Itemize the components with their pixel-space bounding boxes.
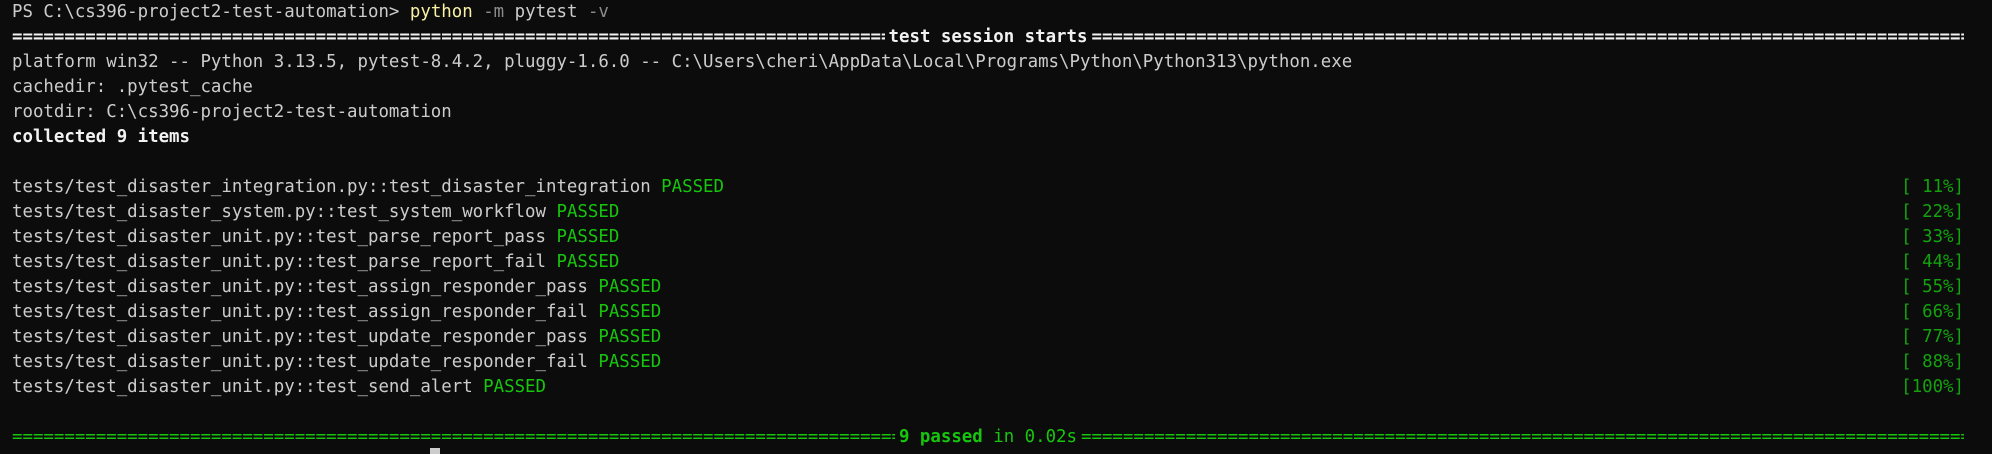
test-name: tests/test_disaster_unit.py::test_assign… [12,277,588,297]
test-progress: [ 44%] [1901,252,1964,272]
test-name: tests/test_disaster_unit.py::test_parse_… [12,252,546,272]
test-progress: [ 66%] [1901,302,1964,322]
summary-line: ========================================… [12,425,1964,450]
test-results-list: tests/test_disaster_integration.py::test… [12,175,1964,400]
scrollbar[interactable] [1976,0,1992,454]
test-status: PASSED [598,302,662,322]
session-title: test session starts [888,27,1088,47]
test-name: tests/test_disaster_unit.py::test_assign… [12,302,588,322]
test-status: PASSED [483,377,546,397]
test-status: PASSED [598,352,662,372]
test-progress: [100%] [1901,377,1964,397]
collected-line: collected 9 items [12,127,190,147]
test-row: tests/test_disaster_unit.py::test_assign… [12,275,1964,300]
test-row: tests/test_disaster_unit.py::test_assign… [12,300,1964,325]
test-row: tests/test_disaster_unit.py::test_update… [12,350,1964,375]
rootdir-line: rootdir: C:\cs396-project2-test-automati… [12,102,452,122]
test-progress: [ 55%] [1901,277,1964,297]
platform-line: platform win32 -- Python 3.13.5, pytest-… [12,52,1353,72]
command-option: -v [587,2,609,22]
test-row: tests/test_disaster_unit.py::test_update… [12,325,1964,350]
prompt-path: PS C:\cs396-project2-test-automation> [12,2,400,22]
prompt-line: PS C:\cs396-project2-test-automation> py… [12,0,1964,25]
summary-passed: 9 passed [898,427,983,447]
separator-right: ========================================… [1081,427,1964,447]
separator-left: ========================================… [12,27,885,47]
separator-right: ========================================… [1091,27,1964,47]
test-row: tests/test_disaster_unit.py::test_parse_… [12,250,1964,275]
test-name: tests/test_disaster_system.py::test_syst… [12,202,546,222]
test-name: tests/test_disaster_unit.py::test_send_a… [12,377,473,397]
command-module: pytest [514,2,578,22]
test-name: tests/test_disaster_unit.py::test_update… [12,327,588,347]
cachedir-line: cachedir: .pytest_cache [12,77,253,97]
session-header: ========================================… [12,25,1964,50]
summary-text: 9 passed in 0.02s [895,425,1081,450]
test-row: tests/test_disaster_integration.py::test… [12,175,1964,200]
test-row: tests/test_disaster_unit.py::test_send_a… [12,375,1964,400]
test-status: PASSED [556,227,620,247]
test-progress: [ 22%] [1901,202,1964,222]
test-name: tests/test_disaster_integration.py::test… [12,177,651,197]
command-python: python [409,2,473,22]
test-status: PASSED [598,277,662,297]
test-status: PASSED [556,202,620,222]
test-progress: [ 77%] [1901,327,1964,347]
summary-time: in 0.02s [993,427,1077,447]
test-row: tests/test_disaster_system.py::test_syst… [12,200,1964,225]
test-name: tests/test_disaster_unit.py::test_update… [12,352,588,372]
text-cursor [430,448,440,454]
separator-left: ========================================… [12,427,895,447]
test-name: tests/test_disaster_unit.py::test_parse_… [12,227,546,247]
test-status: PASSED [661,177,724,197]
test-progress: [ 33%] [1901,227,1964,247]
terminal-output[interactable]: PS C:\cs396-project2-test-automation> py… [12,0,1964,454]
test-status: PASSED [598,327,662,347]
command-flag: -m [483,2,505,22]
test-status: PASSED [556,252,620,272]
test-row: tests/test_disaster_unit.py::test_parse_… [12,225,1964,250]
test-progress: [ 88%] [1901,352,1964,372]
test-progress: [ 11%] [1901,177,1964,197]
